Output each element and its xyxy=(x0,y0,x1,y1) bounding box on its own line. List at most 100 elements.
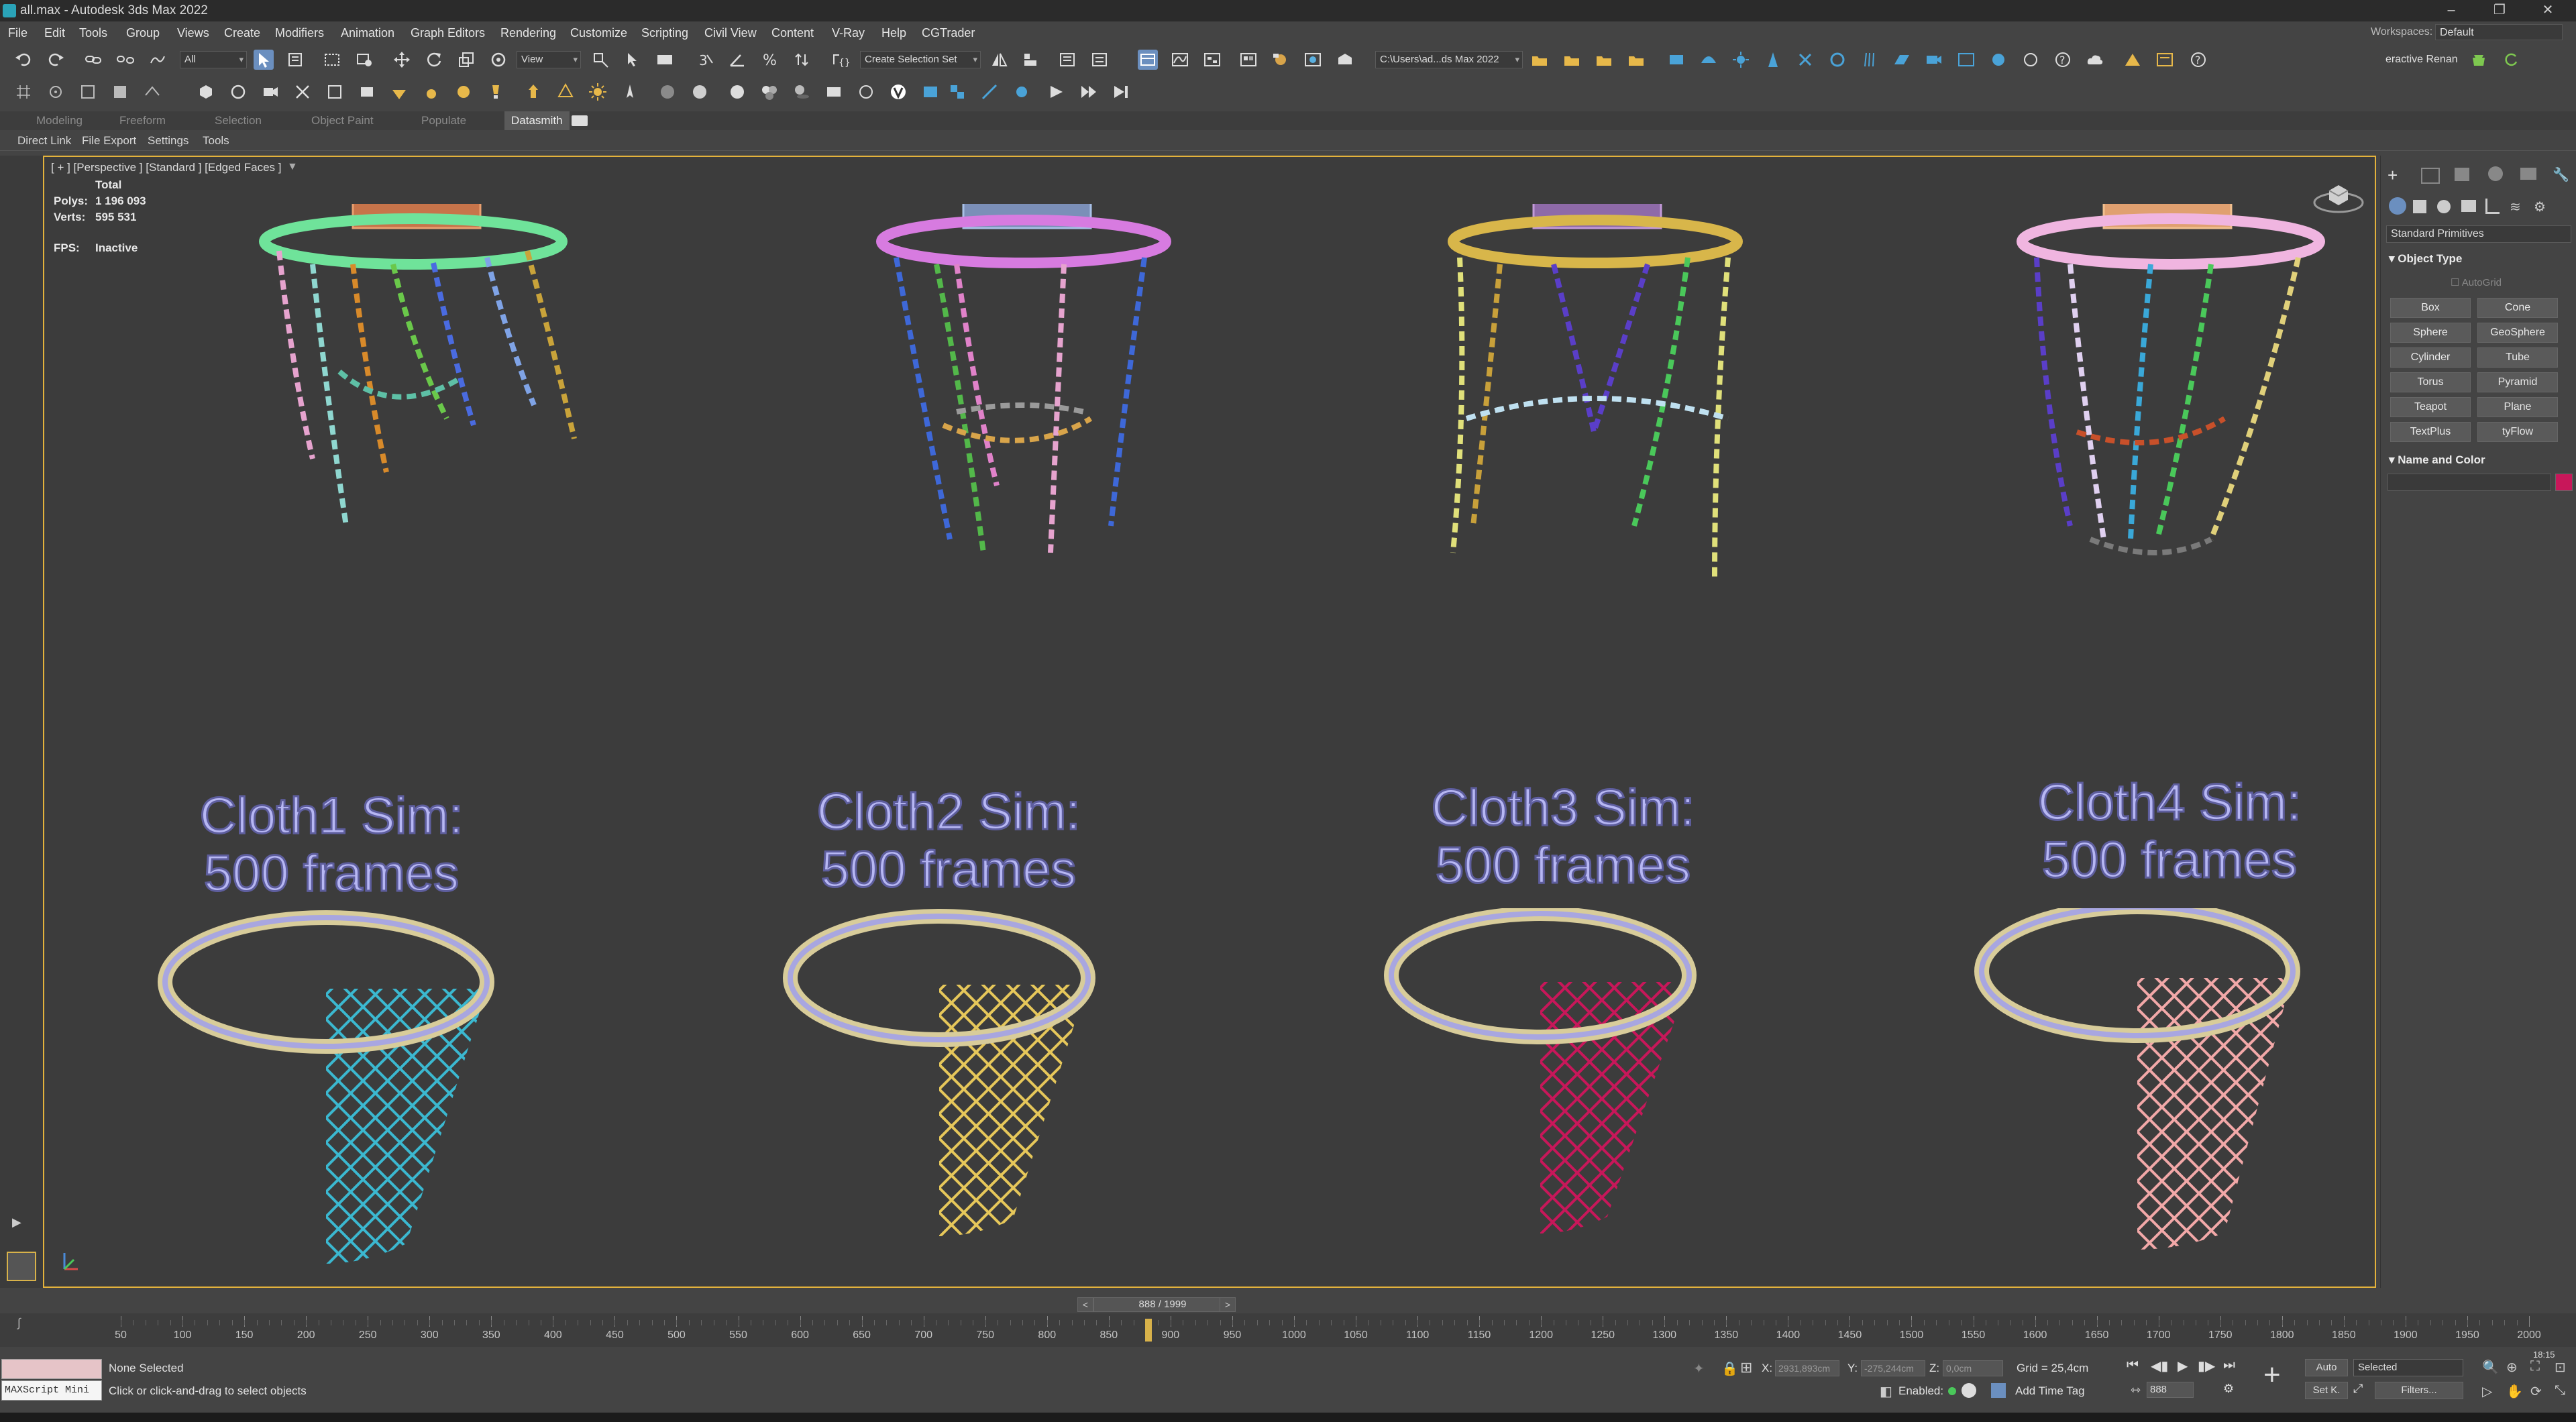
subtab-file-export[interactable]: File Export xyxy=(82,134,136,148)
cameras-category-icon[interactable] xyxy=(2461,200,2476,212)
ambient-occlusion-icon[interactable] xyxy=(759,82,780,102)
object-type-rollout[interactable]: ▾ Object Type xyxy=(2389,252,2462,266)
time-configuration-icon[interactable]: ⚙ xyxy=(2223,1382,2234,1396)
render-production-icon[interactable] xyxy=(1335,50,1355,70)
shaded-sphere-icon[interactable] xyxy=(657,82,678,102)
vray-plane-icon[interactable] xyxy=(1892,50,1912,70)
previous-key-icon[interactable]: ◀▮ xyxy=(2151,1358,2168,1374)
create-target-light-icon[interactable] xyxy=(523,82,543,102)
menu-content[interactable]: Content xyxy=(771,26,814,40)
ribbon-toggle-icon[interactable] xyxy=(1138,50,1158,70)
menu-animation[interactable]: Animation xyxy=(341,26,394,40)
vray-mesh-light-icon[interactable] xyxy=(1795,50,1815,70)
shapes-category-icon[interactable] xyxy=(2413,200,2426,213)
shadows-icon[interactable] xyxy=(792,82,812,102)
menu-create[interactable]: Create xyxy=(224,26,260,40)
play-fast-icon[interactable] xyxy=(1079,82,1099,102)
create-sunlight-icon[interactable] xyxy=(588,82,608,102)
group-icon[interactable] xyxy=(947,82,967,102)
rotate-icon[interactable] xyxy=(424,50,444,70)
systems-category-icon[interactable]: ⚙ xyxy=(2534,199,2546,215)
key-mode-icon[interactable]: ⇿ xyxy=(2131,1383,2141,1397)
project-settings-icon[interactable] xyxy=(1626,50,1646,70)
box-button[interactable]: Box xyxy=(2390,298,2471,318)
close-project-icon[interactable] xyxy=(1594,50,1614,70)
bind-spacewarp-icon[interactable] xyxy=(148,50,168,70)
lights-category-icon[interactable] xyxy=(2437,200,2451,213)
play-forward-icon[interactable] xyxy=(1046,82,1067,102)
minimize-button[interactable]: – xyxy=(2432,0,2470,21)
create-geometry-icon[interactable] xyxy=(196,82,216,102)
key-tangent-icon[interactable]: ⤢ xyxy=(2353,1382,2363,1396)
menu-group[interactable]: Group xyxy=(126,26,160,40)
link-icon[interactable] xyxy=(83,50,103,70)
snap-vertex-icon[interactable] xyxy=(78,82,98,102)
schematic-view-icon[interactable] xyxy=(1202,50,1222,70)
go-to-end-icon[interactable]: ⏭ xyxy=(2223,1358,2235,1373)
zoom-all-icon[interactable]: ⊕ xyxy=(2506,1359,2518,1376)
tab-datasmith[interactable]: Datasmith xyxy=(504,111,570,130)
next-frame-button[interactable]: > xyxy=(1220,1297,1236,1312)
maximize-button[interactable]: ❐ xyxy=(2481,0,2518,21)
rect-selection-icon[interactable] xyxy=(322,50,342,70)
z-coord-field[interactable]: 0,0cm xyxy=(1943,1360,2003,1376)
subtab-tools[interactable]: Tools xyxy=(203,134,229,148)
set-project-icon[interactable] xyxy=(1529,50,1550,70)
viewport-label[interactable]: [ + ] [Perspective ] [Standard ] [Edged … xyxy=(51,161,282,174)
unlink-icon[interactable] xyxy=(115,50,136,70)
create-compass-icon[interactable] xyxy=(620,82,640,102)
object-color-swatch[interactable] xyxy=(2555,474,2573,491)
geometry-category-icon[interactable] xyxy=(2389,197,2406,215)
orbit-icon[interactable]: ⟳ xyxy=(2530,1383,2542,1400)
auto-key-button[interactable]: Auto xyxy=(2305,1359,2348,1376)
measure-icon[interactable] xyxy=(1012,82,1032,102)
viewport-layout-thumbnail[interactable] xyxy=(7,1252,36,1281)
align-icon[interactable] xyxy=(1021,50,1041,70)
viewport-lighting-icon[interactable] xyxy=(727,82,747,102)
menu-rendering[interactable]: Rendering xyxy=(500,26,556,40)
tab-selection[interactable]: Selection xyxy=(215,114,262,127)
vray-dome-icon[interactable] xyxy=(1699,50,1719,70)
create-shapes-icon[interactable] xyxy=(228,82,248,102)
window-crossing-icon[interactable] xyxy=(354,50,374,70)
perspective-viewport[interactable]: [ + ] [Perspective ] [Standard ] [Edged … xyxy=(43,156,2376,1288)
current-frame-field[interactable]: 888 xyxy=(2147,1382,2194,1398)
menu-tools[interactable]: Tools xyxy=(79,26,107,40)
layer-manager-icon[interactable] xyxy=(2155,50,2175,70)
filter-icon[interactable]: ▼ xyxy=(287,161,298,173)
sphere-button[interactable]: Sphere xyxy=(2390,323,2471,343)
torus-button[interactable]: Torus xyxy=(2390,372,2471,392)
teapot-button[interactable]: Teapot xyxy=(2390,397,2471,417)
camera-view-icon[interactable] xyxy=(856,82,876,102)
light-lister-icon[interactable] xyxy=(486,82,506,102)
play-end-icon[interactable] xyxy=(1111,82,1131,102)
skylight-icon[interactable] xyxy=(824,82,844,102)
close-button[interactable]: ✕ xyxy=(2529,0,2567,21)
vray-fur-icon[interactable] xyxy=(1860,50,1880,70)
textplus-button[interactable]: TextPlus xyxy=(2390,422,2471,442)
object-name-input[interactable] xyxy=(2387,474,2551,491)
select-manipulate-icon[interactable] xyxy=(623,50,643,70)
snap-pivot-icon[interactable] xyxy=(46,82,66,102)
shaded-sphere-2-icon[interactable] xyxy=(690,82,710,102)
render-iterative-icon[interactable] xyxy=(2501,50,2521,70)
menu-views[interactable]: Views xyxy=(177,26,209,40)
time-playhead[interactable] xyxy=(1145,1319,1152,1342)
snap-grid-icon[interactable] xyxy=(13,82,34,102)
move-icon[interactable] xyxy=(392,50,412,70)
vray-logo-icon[interactable] xyxy=(888,82,908,102)
help-icon[interactable]: ? xyxy=(2188,50,2208,70)
plane-button[interactable]: Plane xyxy=(2477,397,2558,417)
modify-tab-icon[interactable] xyxy=(2421,168,2440,184)
zoom-icon[interactable]: 🔍 xyxy=(2482,1359,2499,1376)
pivot-center-icon[interactable] xyxy=(590,50,610,70)
create-sun-icon[interactable] xyxy=(389,82,409,102)
zoom-extents-all-icon[interactable]: ⊡ xyxy=(2555,1359,2566,1376)
select-by-name-icon[interactable] xyxy=(286,50,306,70)
menu-help[interactable]: Help xyxy=(881,26,906,40)
next-key-icon[interactable]: ▮▶ xyxy=(2198,1358,2215,1374)
menu-customize[interactable]: Customize xyxy=(570,26,627,40)
track-bar[interactable]: ∫ 50 100 150 200 250 300 350 400 450 500 550 600 650… xyxy=(0,1313,2576,1347)
menu-file[interactable]: File xyxy=(8,26,28,40)
vray-frame-buffer-icon[interactable] xyxy=(1956,50,1976,70)
